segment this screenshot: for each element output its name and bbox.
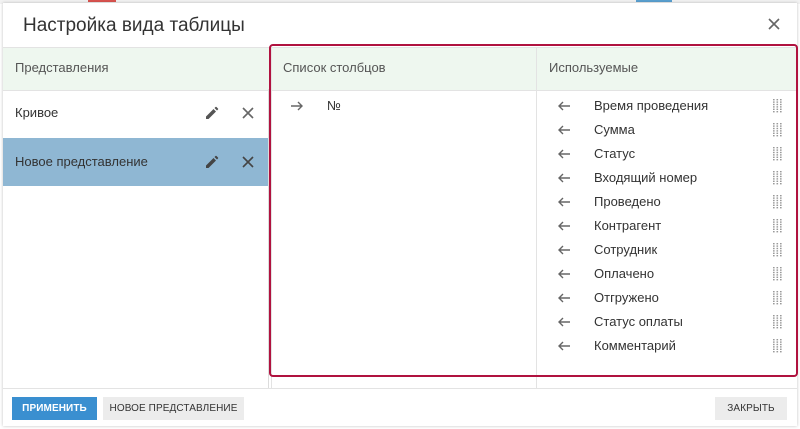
view-item-new-view[interactable]: Новое представление	[3, 138, 268, 186]
dialog-title: Настройка вида таблицы	[23, 15, 245, 36]
new-view-button[interactable]: НОВОЕ ПРЕДСТАВЛЕНИЕ	[103, 397, 244, 420]
views-list: Кривое Новое представление	[3, 89, 269, 388]
pencil-icon[interactable]	[203, 153, 221, 171]
close-icon[interactable]	[239, 104, 257, 122]
view-item-krivoe[interactable]: Кривое	[3, 89, 268, 137]
apply-button[interactable]: ПРИМЕНИТЬ	[12, 397, 97, 420]
highlight-frame	[269, 44, 798, 377]
views-panel-title: Представления	[15, 60, 109, 75]
pencil-icon[interactable]	[203, 104, 221, 122]
background-mark	[636, 0, 672, 2]
close-button[interactable]: ЗАКРЫТЬ	[715, 397, 787, 420]
close-icon[interactable]	[765, 15, 783, 33]
close-icon[interactable]	[239, 153, 257, 171]
footer-divider	[3, 388, 797, 389]
table-view-settings-dialog: Настройка вида таблицы Представления Спи…	[3, 3, 798, 426]
background-mark	[88, 0, 116, 2]
view-item-label: Кривое	[15, 105, 59, 120]
view-item-label: Новое представление	[15, 154, 148, 169]
